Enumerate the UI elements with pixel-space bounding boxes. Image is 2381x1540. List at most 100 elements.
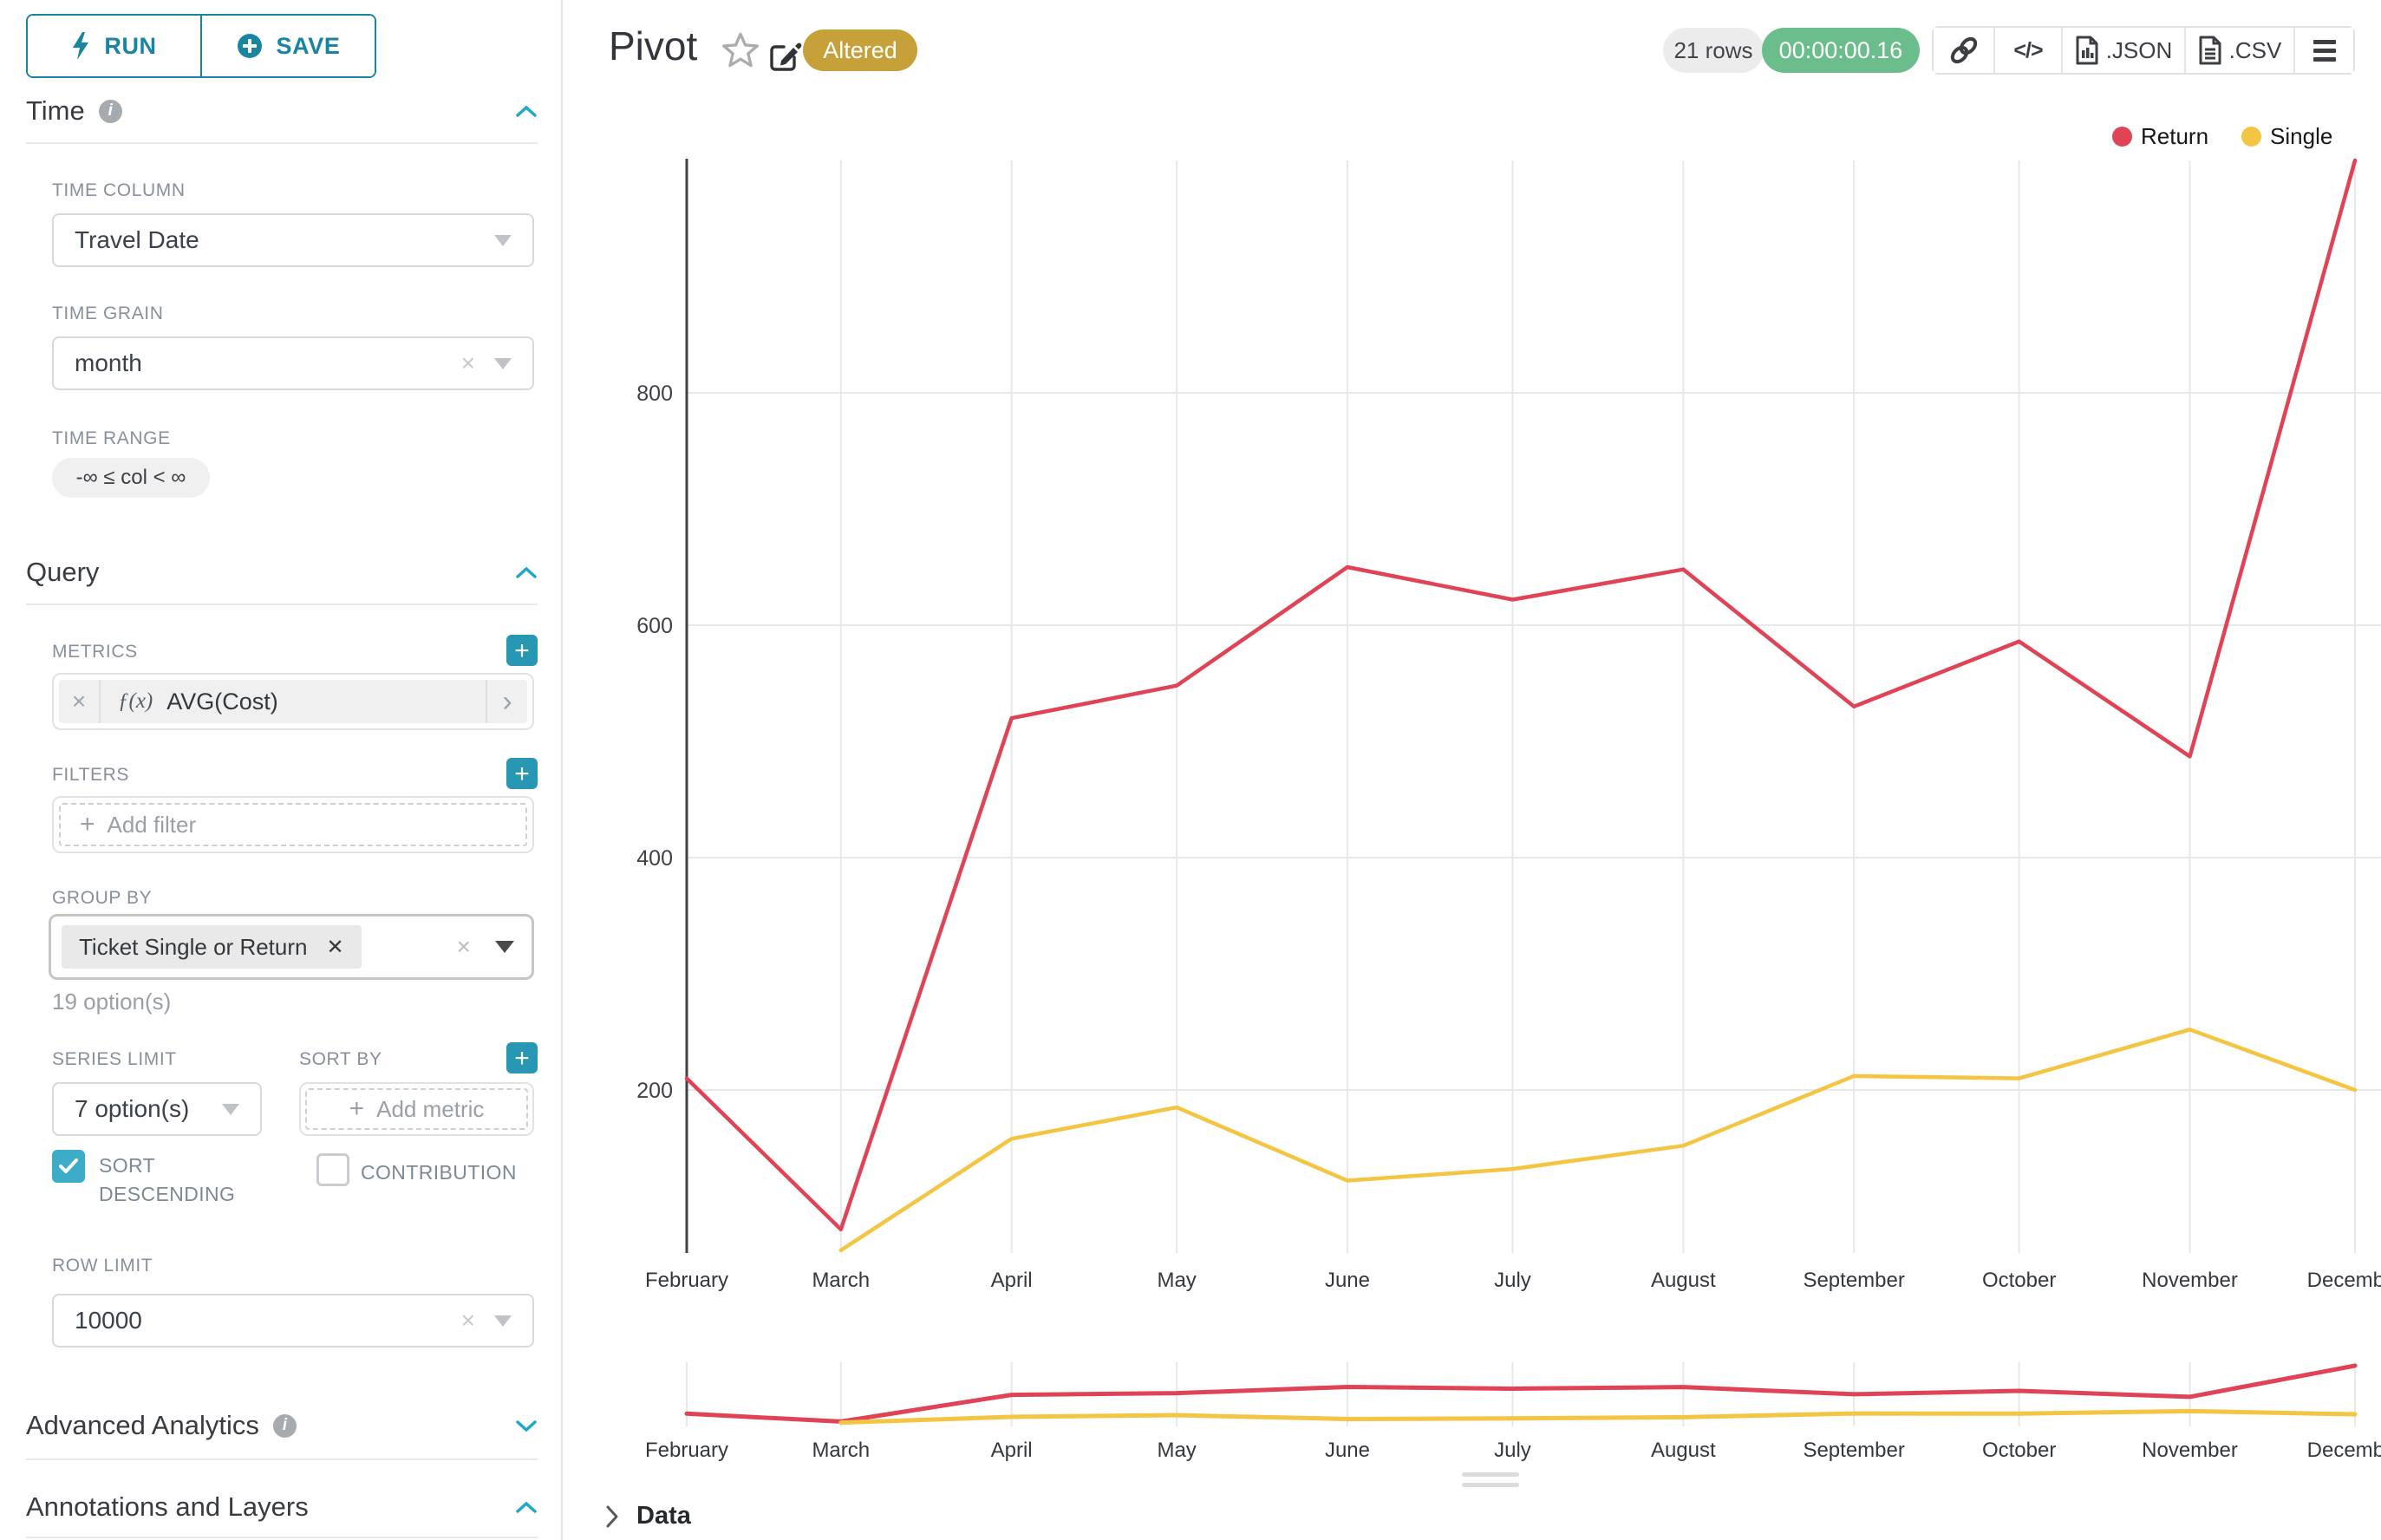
remove-metric-icon[interactable]: × [59, 680, 101, 723]
divider [26, 1537, 538, 1538]
favorite-star-icon[interactable] [721, 31, 760, 72]
add-filter-dropzone[interactable]: + Add filter [59, 803, 527, 846]
svg-text:February: February [645, 1269, 728, 1292]
svg-text:March: March [812, 1269, 870, 1292]
chevron-right-icon [605, 1504, 619, 1529]
more-options-button[interactable] [2293, 28, 2353, 73]
embed-code-button[interactable]: </> [1993, 28, 2061, 73]
clear-icon[interactable]: × [457, 933, 471, 961]
sort-descending-checkbox[interactable] [52, 1150, 85, 1183]
section-header-query[interactable]: Query [26, 551, 538, 593]
add-metric-placeholder: Add metric [376, 1096, 484, 1123]
plus-icon: + [80, 810, 95, 839]
time-range-pill[interactable]: -∞ ≤ col < ∞ [52, 458, 210, 498]
group-by-select[interactable]: Ticket Single or Return ✕ × [49, 914, 534, 980]
group-by-options-hint: 19 option(s) [52, 989, 171, 1015]
chevron-down-icon[interactable] [515, 1419, 538, 1432]
section-header-time[interactable]: Time i [26, 90, 538, 132]
chevron-up-icon[interactable] [515, 1501, 538, 1514]
hamburger-menu-icon [2313, 40, 2336, 62]
chevron-down-icon [494, 358, 512, 369]
svg-text:December: December [2307, 1439, 2381, 1462]
export-csv-button[interactable]: .CSV [2184, 28, 2293, 73]
annotations-title: Annotations and Layers [26, 1491, 309, 1523]
svg-text:December: December [2307, 1269, 2381, 1292]
svg-text:February: February [645, 1439, 728, 1462]
add-sort-metric-dropzone[interactable]: + Add metric [305, 1088, 528, 1130]
chevron-down-icon [495, 941, 514, 953]
time-section-title: Time [26, 95, 85, 127]
divider [26, 142, 538, 144]
svg-text:800: 800 [636, 382, 673, 406]
clear-icon[interactable]: × [461, 349, 475, 377]
svg-text:July: July [1494, 1439, 1531, 1462]
svg-text:March: March [812, 1439, 870, 1462]
row-limit-label: ROW LIMIT [52, 1256, 153, 1276]
time-column-select[interactable]: Travel Date [52, 213, 534, 267]
svg-text:November: November [2142, 1269, 2238, 1292]
metric-value: AVG(Cost) [166, 688, 278, 715]
metric-chip[interactable]: × ƒ(x) AVG(Cost) › [59, 680, 527, 723]
svg-text:400: 400 [636, 846, 673, 871]
chevron-down-icon [494, 235, 512, 246]
export-csv-label: .CSV [2229, 37, 2282, 64]
svg-text:August: August [1651, 1439, 1716, 1462]
clear-icon[interactable]: × [461, 1307, 475, 1334]
svg-text:August: August [1651, 1269, 1716, 1292]
series-limit-label: SERIES LIMIT [52, 1049, 177, 1070]
svg-text:June: June [1325, 1439, 1370, 1462]
time-grain-select[interactable]: month × [52, 336, 534, 390]
svg-text:October: October [1982, 1269, 2056, 1292]
add-sort-metric-button[interactable]: + [506, 1042, 538, 1073]
group-by-label: GROUP BY [52, 888, 152, 909]
section-header-advanced-analytics[interactable]: Advanced Analytics i [26, 1405, 538, 1446]
svg-text:600: 600 [636, 614, 673, 638]
metrics-container: × ƒ(x) AVG(Cost) › [52, 673, 534, 730]
svg-text:October: October [1982, 1439, 2056, 1462]
svg-text:September: September [1803, 1439, 1904, 1462]
svg-text:June: June [1325, 1269, 1370, 1292]
chevron-up-icon[interactable] [515, 105, 538, 118]
code-icon: </> [2013, 38, 2042, 63]
export-json-label: .JSON [2106, 37, 2173, 64]
chevron-up-icon[interactable] [515, 566, 538, 579]
add-filter-button[interactable]: + [506, 758, 538, 789]
series-limit-select[interactable]: 7 option(s) [52, 1082, 262, 1136]
sort-descending-label[interactable]: SORT DESCENDING [99, 1152, 264, 1209]
section-header-annotations[interactable]: Annotations and Layers [26, 1486, 538, 1528]
altered-badge[interactable]: Altered [803, 29, 917, 71]
run-button-label: RUN [104, 33, 156, 60]
metrics-label: METRICS [52, 642, 138, 662]
export-json-button[interactable]: .JSON [2061, 28, 2184, 73]
edit-properties-icon[interactable] [768, 38, 803, 75]
remove-chip-icon[interactable]: ✕ [326, 935, 343, 960]
control-panel-sidebar: RUN SAVE Time i TIME COLUMN Travel Date … [0, 0, 563, 1540]
plus-icon: + [349, 1094, 365, 1124]
contribution-label[interactable]: CONTRIBUTION [361, 1158, 517, 1187]
metric-body: ƒ(x) AVG(Cost) [101, 680, 486, 723]
check-icon [58, 1157, 79, 1176]
link-icon [1949, 36, 1979, 65]
time-range-label: TIME RANGE [52, 428, 171, 449]
add-filter-placeholder: Add filter [108, 812, 197, 839]
data-panel-label: Data [636, 1502, 691, 1530]
data-panel-toggle[interactable]: Data [605, 1502, 691, 1530]
filters-label: FILTERS [52, 765, 129, 786]
info-icon: i [273, 1414, 297, 1438]
svg-text:November: November [2142, 1439, 2238, 1462]
time-grain-value: month [75, 349, 461, 377]
plus-circle-icon [237, 33, 263, 59]
chart-title: Pivot [609, 23, 697, 69]
contribution-checkbox[interactable] [316, 1153, 349, 1186]
svg-text:May: May [1157, 1439, 1196, 1462]
chevron-right-icon[interactable]: › [486, 680, 527, 723]
save-button[interactable]: SAVE [200, 16, 375, 76]
line-chart[interactable]: 200400600800FebruaryFebruaryMarchMarchAp… [564, 95, 2381, 1540]
chart-actions-toolbar: </> .JSON .CSV [1932, 26, 2355, 75]
row-limit-select[interactable]: 10000 × [52, 1294, 534, 1348]
share-link-button[interactable] [1934, 28, 1993, 73]
run-button[interactable]: RUN [28, 16, 200, 76]
add-metric-button[interactable]: + [506, 635, 538, 666]
resize-drag-handle[interactable] [1462, 1472, 1519, 1493]
lightning-bolt-icon [71, 32, 90, 60]
